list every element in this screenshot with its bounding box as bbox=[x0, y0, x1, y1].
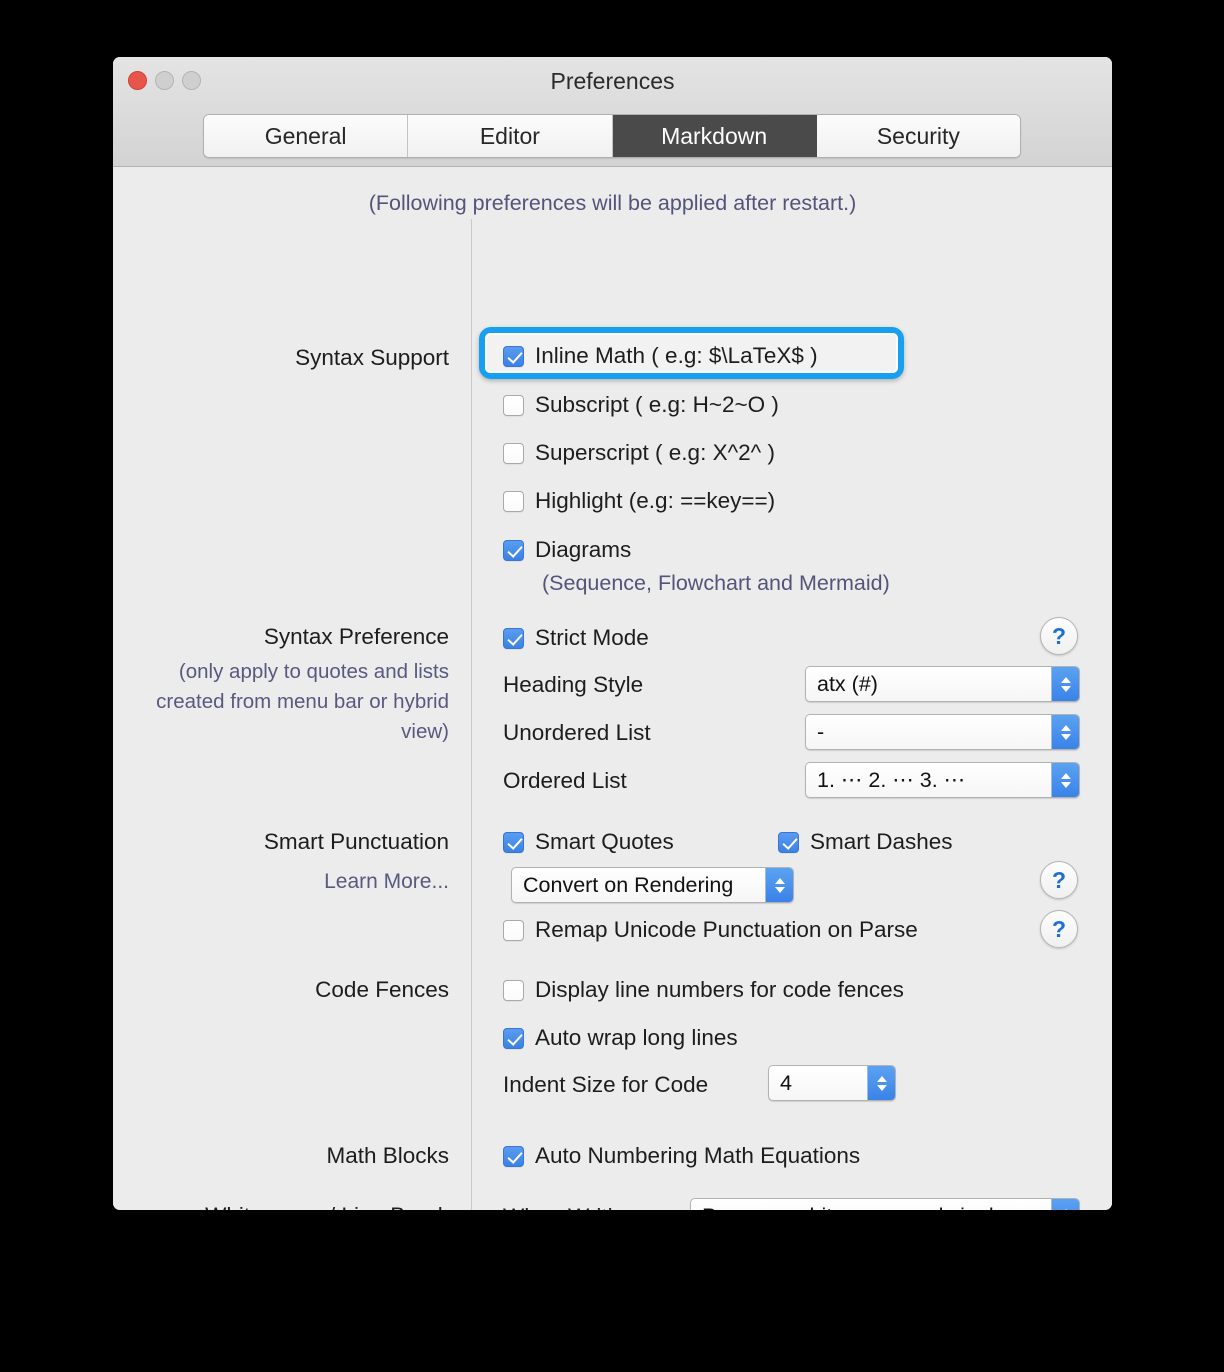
select-indent-size[interactable]: 4 bbox=[768, 1065, 896, 1101]
tab-security[interactable]: Security bbox=[816, 115, 1020, 157]
checkbox-auto-wrap[interactable]: Auto wrap long lines bbox=[503, 1025, 738, 1051]
tab-editor[interactable]: Editor bbox=[408, 115, 613, 157]
window-titlebar: Preferences General Editor Markdown Secu… bbox=[113, 57, 1112, 167]
field-label-unordered-list: Unordered List bbox=[503, 720, 651, 745]
checkbox-subscript[interactable]: Subscript ( e.g: H~2~O ) bbox=[503, 392, 779, 418]
section-label-code-fences: Code Fences bbox=[315, 977, 449, 1002]
checkbox-diagrams-box[interactable] bbox=[503, 539, 524, 561]
checkbox-superscript[interactable]: Superscript ( e.g: X^2^ ) bbox=[503, 440, 775, 466]
checkbox-smart-dashes-label: Smart Dashes bbox=[810, 829, 953, 854]
field-label-ordered-list: Ordered List bbox=[503, 768, 627, 793]
checkbox-smart-quotes[interactable]: Smart Quotes bbox=[503, 829, 674, 855]
checkbox-subscript-label: Subscript ( e.g: H~2~O ) bbox=[535, 392, 779, 417]
section-label-whitespace: Whitespace / Line Break bbox=[205, 1203, 449, 1210]
checkbox-remap-unicode[interactable]: Remap Unicode Punctuation on Parse bbox=[503, 917, 918, 943]
section-label-syntax-preference: Syntax Preference bbox=[263, 624, 449, 649]
checkbox-diagrams[interactable]: Diagrams bbox=[503, 537, 631, 563]
checkbox-diagrams-label: Diagrams bbox=[535, 537, 632, 562]
preferences-window: Preferences General Editor Markdown Secu… bbox=[113, 57, 1112, 1210]
checkbox-line-numbers[interactable]: Display line numbers for code fences bbox=[503, 977, 904, 1003]
checkbox-auto-numbering-box[interactable] bbox=[503, 1145, 524, 1167]
section-label-syntax-support: Syntax Support bbox=[295, 345, 449, 370]
chevron-updown-icon bbox=[1051, 715, 1079, 749]
select-unordered-list[interactable]: - bbox=[805, 714, 1080, 750]
select-convert-mode[interactable]: Convert on Rendering bbox=[511, 867, 794, 903]
help-button-syntax-preference[interactable]: ? bbox=[1040, 617, 1078, 655]
checkbox-auto-numbering-label: Auto Numbering Math Equations bbox=[535, 1143, 861, 1168]
select-ordered-list[interactable]: 1. ⋯ 2. ⋯ 3. ⋯ bbox=[805, 762, 1080, 798]
tab-markdown[interactable]: Markdown bbox=[612, 115, 817, 157]
select-unordered-list-value: - bbox=[817, 719, 825, 744]
checkbox-superscript-box[interactable] bbox=[503, 442, 524, 464]
chevron-updown-icon bbox=[765, 868, 793, 902]
checkbox-smart-quotes-box[interactable] bbox=[503, 831, 524, 853]
checkbox-inline-math[interactable]: Inline Math ( e.g: $\LaTeX$ ) bbox=[503, 343, 818, 369]
help-button-remap-unicode[interactable]: ? bbox=[1040, 910, 1078, 948]
preferences-content: (Following preferences will be applied a… bbox=[113, 167, 1112, 1210]
checkbox-highlight[interactable]: Highlight (e.g: ==key==) bbox=[503, 488, 775, 514]
checkbox-highlight-box[interactable] bbox=[503, 490, 524, 512]
field-label-heading-style: Heading Style bbox=[503, 672, 644, 697]
checkbox-inline-math-label: Inline Math ( e.g: $\LaTeX$ ) bbox=[535, 343, 818, 368]
checkbox-smart-dashes[interactable]: Smart Dashes bbox=[778, 829, 953, 855]
checkbox-strict-mode-box[interactable] bbox=[503, 627, 524, 649]
section-label-smart-punctuation: Smart Punctuation bbox=[263, 829, 449, 854]
help-button-smart-punctuation[interactable]: ? bbox=[1040, 861, 1078, 899]
checkbox-smart-dashes-box[interactable] bbox=[778, 831, 799, 853]
select-indent-size-value: 4 bbox=[780, 1070, 792, 1095]
field-label-when-writing: When Writing bbox=[503, 1204, 638, 1210]
checkbox-subscript-box[interactable] bbox=[503, 394, 524, 416]
select-ordered-list-value: 1. ⋯ 2. ⋯ 3. ⋯ bbox=[817, 767, 966, 792]
checkbox-strict-mode[interactable]: Strict Mode bbox=[503, 625, 649, 651]
select-heading-style-value: atx (#) bbox=[817, 671, 878, 696]
checkbox-superscript-label: Superscript ( e.g: X^2^ ) bbox=[535, 440, 775, 465]
chevron-updown-icon bbox=[1051, 763, 1079, 797]
learn-more-smart-punctuation[interactable]: Learn More... bbox=[324, 870, 449, 894]
checkbox-auto-wrap-box[interactable] bbox=[503, 1027, 524, 1049]
checkbox-strict-mode-label: Strict Mode bbox=[535, 625, 649, 650]
window-title: Preferences bbox=[550, 68, 675, 94]
chevron-updown-icon bbox=[1051, 667, 1079, 701]
chevron-updown-icon bbox=[1051, 1199, 1079, 1210]
select-heading-style[interactable]: atx (#) bbox=[805, 666, 1080, 702]
select-when-writing[interactable]: Preserve whitespace and single bbox=[690, 1198, 1080, 1210]
checkbox-line-numbers-label: Display line numbers for code fences bbox=[535, 977, 904, 1002]
checkbox-remap-unicode-label: Remap Unicode Punctuation on Parse bbox=[535, 917, 918, 942]
checkbox-smart-quotes-label: Smart Quotes bbox=[535, 829, 674, 854]
checkbox-inline-math-box[interactable] bbox=[503, 345, 524, 367]
column-divider bbox=[471, 219, 472, 1210]
select-convert-mode-value: Convert on Rendering bbox=[523, 872, 734, 897]
checkbox-highlight-label: Highlight (e.g: ==key==) bbox=[535, 488, 776, 513]
checkbox-remap-unicode-box[interactable] bbox=[503, 919, 524, 941]
diagrams-note: (Sequence, Flowchart and Mermaid) bbox=[542, 571, 890, 595]
tab-bar: General Editor Markdown Security bbox=[203, 114, 1021, 158]
checkbox-auto-wrap-label: Auto wrap long lines bbox=[535, 1025, 738, 1050]
checkbox-line-numbers-box[interactable] bbox=[503, 979, 524, 1001]
section-label-math-blocks: Math Blocks bbox=[326, 1143, 449, 1168]
chevron-updown-icon bbox=[867, 1066, 895, 1100]
select-when-writing-value: Preserve whitespace and single bbox=[691, 1204, 1051, 1211]
syntax-preference-sublabel: (only apply to quotes and lists created … bbox=[156, 660, 449, 743]
checkbox-auto-numbering[interactable]: Auto Numbering Math Equations bbox=[503, 1143, 860, 1169]
restart-notice: (Following preferences will be applied a… bbox=[368, 191, 857, 215]
field-label-indent-size: Indent Size for Code bbox=[503, 1072, 709, 1097]
tab-general[interactable]: General bbox=[204, 115, 409, 157]
